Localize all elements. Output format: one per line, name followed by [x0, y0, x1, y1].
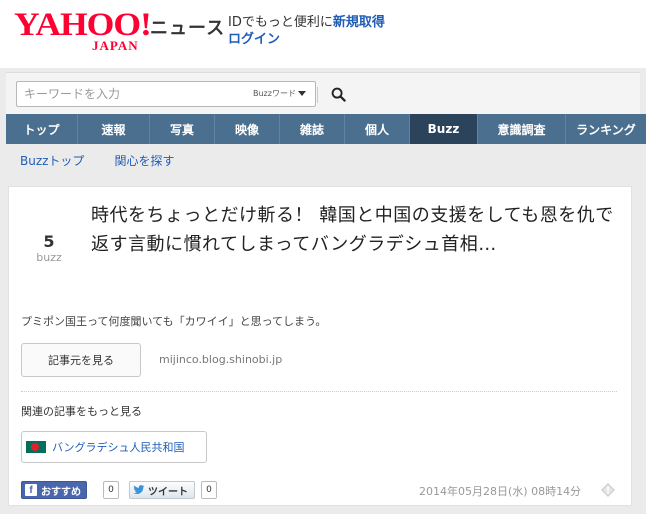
nav-item-photos[interactable]: 写真: [150, 114, 215, 144]
nav-item-magazine[interactable]: 雑誌: [280, 114, 345, 144]
id-area: IDでもっと便利に新規取得 ログイン: [228, 14, 385, 48]
caret-down-icon: [297, 91, 306, 96]
source-domain: mijinco.blog.shinobi.jp: [159, 353, 283, 366]
bangladesh-flag-icon: [26, 441, 46, 453]
subnav-buzz-top[interactable]: Buzzトップ: [20, 152, 84, 172]
logo-sub-text: JAPAN: [92, 38, 139, 53]
search-bar: Buzzワード: [6, 72, 640, 114]
buzz-subnav: Buzzトップ 関心を探す: [20, 152, 174, 172]
search-button[interactable]: [321, 82, 355, 106]
nav-item-survey[interactable]: 意識調査: [478, 114, 566, 144]
view-source-button[interactable]: 記事元を見る: [21, 343, 141, 377]
header: YAHOO! JAPAN ニュース IDでもっと便利に新規取得 ログイン: [0, 0, 646, 68]
yahoo-japan-logo[interactable]: YAHOO! JAPAN: [14, 7, 152, 54]
article-card: 5 buzz 時代をちょっとだけ斬る！ 韓国と中国の支援をしても恩を仇で返す言動…: [8, 186, 632, 506]
logo-main-text: YAHOO!: [14, 7, 152, 43]
tweet-count: 0: [201, 481, 217, 499]
tweet-label: ツイート: [148, 486, 188, 498]
buzz-count-number: 5: [43, 232, 55, 251]
facebook-recommend-button[interactable]: f おすすめ: [21, 481, 87, 499]
search-input[interactable]: [17, 82, 245, 106]
buzz-count: 5 buzz: [29, 233, 69, 265]
global-nav: トップ 速報 写真 映像 雑誌 個人 Buzz 意識調査 ランキング: [6, 114, 646, 144]
related-tag-bangladesh[interactable]: バングラデシュ人民共和国: [21, 431, 207, 463]
nav-item-video[interactable]: 映像: [215, 114, 280, 144]
nav-item-top[interactable]: トップ: [6, 114, 78, 144]
tweet-button[interactable]: ツイート: [129, 481, 195, 499]
facebook-label: おすすめ: [41, 486, 81, 498]
nav-item-buzz[interactable]: Buzz: [410, 114, 478, 144]
id-promo-text: IDでもっと便利に: [228, 15, 333, 30]
search-scope-label: Buzzワード: [253, 89, 296, 98]
nav-item-breaking[interactable]: 速報: [78, 114, 150, 144]
login-link[interactable]: ログイン: [228, 32, 280, 47]
card-divider: [21, 391, 617, 392]
facebook-count: 0: [103, 481, 119, 499]
article-description: プミポン国王って何度聞いても「カワイイ」と思ってしまう。: [21, 315, 327, 328]
nav-item-individual[interactable]: 個人: [345, 114, 410, 144]
register-link[interactable]: 新規取得: [333, 15, 385, 30]
related-heading: 関連の記事をもっと見る: [21, 405, 142, 418]
subnav-find-interests[interactable]: 関心を探す: [114, 152, 174, 172]
social-row: f おすすめ 0 ツイート 0 2014年05月28日(水) 08時14分: [9, 481, 633, 505]
article-timestamp: 2014年05月28日(水) 08時14分: [419, 485, 582, 498]
search-icon: [331, 87, 346, 102]
search-scope-select[interactable]: Buzzワード: [253, 88, 306, 99]
article-title[interactable]: 時代をちょっとだけ斬る！ 韓国と中国の支援をしても恩を仇で返す言動に慣れてしまっ…: [91, 201, 621, 259]
buzz-count-unit: buzz: [36, 251, 62, 264]
related-tag-label: バングラデシュ人民共和国: [52, 441, 185, 454]
report-icon[interactable]: [601, 483, 615, 497]
service-name[interactable]: ニュース: [150, 14, 225, 40]
search-divider: [317, 87, 318, 103]
nav-item-ranking[interactable]: ランキング: [566, 114, 646, 144]
search-box: Buzzワード: [16, 81, 346, 107]
facebook-icon: f: [25, 484, 37, 496]
twitter-bird-icon: [133, 485, 145, 494]
